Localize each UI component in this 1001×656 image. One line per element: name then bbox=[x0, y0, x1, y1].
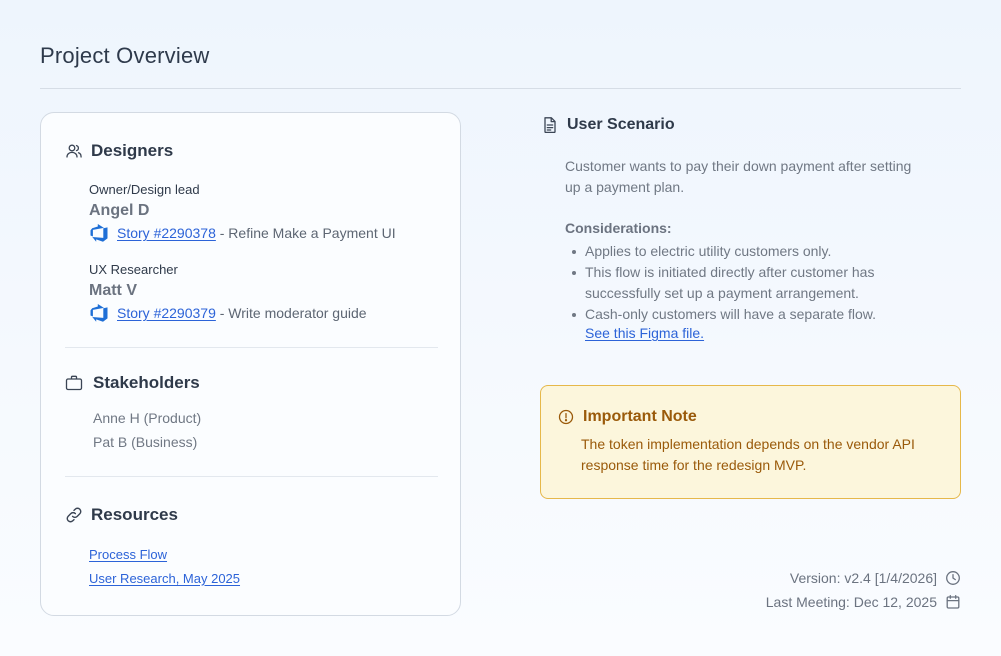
stakeholder-item: Anne H (Product) bbox=[93, 410, 202, 426]
story-item: Story #2290379 - Write moderator guide bbox=[89, 304, 367, 322]
resource-link-process-flow[interactable]: Process Flow bbox=[89, 547, 167, 562]
users-icon bbox=[65, 142, 83, 160]
figma-file-link[interactable]: See this Figma file. bbox=[585, 325, 704, 341]
story-item: Story #2290378 - Refine Make a Payment U… bbox=[89, 224, 396, 242]
resources-header: Resources bbox=[65, 505, 178, 525]
user-scenario-heading: User Scenario bbox=[567, 116, 675, 133]
considerations-list: Applies to electric utility customers on… bbox=[565, 241, 910, 325]
considerations-item: Cash-only customers will have a separate… bbox=[565, 304, 910, 325]
resource-link-user-research[interactable]: User Research, May 2025 bbox=[89, 571, 240, 586]
link-icon bbox=[65, 506, 83, 524]
designers-header: Designers bbox=[65, 141, 173, 161]
story-description: - Write moderator guide bbox=[215, 305, 367, 321]
considerations-item: Applies to electric utility customers on… bbox=[565, 241, 910, 262]
considerations-title: Considerations: bbox=[565, 220, 672, 236]
title-divider bbox=[40, 88, 961, 89]
section-divider bbox=[65, 347, 438, 348]
scenario-description: Customer wants to pay their down payment… bbox=[565, 158, 912, 195]
project-info-card: Designers Owner/Design lead Angel D Stor… bbox=[40, 112, 461, 616]
designer-role: Owner/Design lead bbox=[89, 182, 200, 197]
user-scenario-header: User Scenario bbox=[541, 116, 675, 134]
important-note-text: The token implementation depends on the … bbox=[581, 436, 915, 473]
stakeholders-heading: Stakeholders bbox=[93, 373, 200, 392]
last-meeting-info: Last Meeting: Dec 12, 2025 bbox=[766, 594, 961, 610]
briefcase-icon bbox=[65, 374, 83, 392]
version-text: Version: v2.4 [1/4/2026] bbox=[789, 570, 937, 586]
document-icon bbox=[541, 116, 559, 134]
story-link[interactable]: Story #2290378 bbox=[117, 225, 216, 241]
clock-icon bbox=[945, 570, 961, 586]
designers-heading: Designers bbox=[91, 141, 174, 160]
considerations-item: This flow is initiated directly after cu… bbox=[565, 262, 910, 304]
important-note-header: Important Note bbox=[557, 408, 697, 426]
important-note-heading: Important Note bbox=[583, 408, 697, 425]
stakeholder-item: Pat B (Business) bbox=[93, 434, 198, 450]
story-description: - Refine Make a Payment UI bbox=[215, 225, 396, 241]
designer-name: Matt V bbox=[89, 282, 137, 299]
page-title: Project Overview bbox=[40, 43, 210, 68]
section-divider bbox=[65, 476, 438, 477]
designer-name: Angel D bbox=[89, 202, 150, 219]
info-circle-icon bbox=[557, 408, 575, 426]
stakeholders-header: Stakeholders bbox=[65, 373, 200, 393]
resources-heading: Resources bbox=[91, 505, 178, 524]
version-info: Version: v2.4 [1/4/2026] bbox=[790, 570, 961, 586]
important-note-callout: Important Note The token implementation … bbox=[540, 385, 961, 499]
story-link[interactable]: Story #2290379 bbox=[117, 305, 216, 321]
azure-devops-icon bbox=[90, 224, 108, 242]
last-meeting-text: Last Meeting: Dec 12, 2025 bbox=[765, 594, 937, 610]
azure-devops-icon bbox=[90, 304, 108, 322]
calendar-icon bbox=[945, 594, 961, 610]
designer-role: UX Researcher bbox=[89, 262, 178, 277]
